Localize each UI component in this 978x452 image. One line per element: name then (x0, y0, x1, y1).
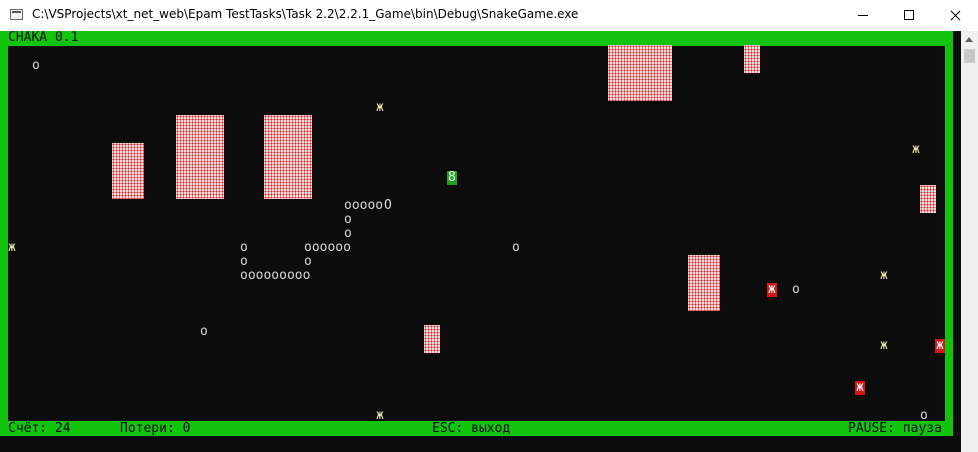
wall-block (112, 143, 144, 199)
bug-item: ж (8, 240, 16, 255)
scrollbar-thumb[interactable] (964, 49, 975, 63)
bug-item: ж (912, 142, 920, 157)
food-item: o (512, 240, 520, 255)
bug-item: ж (376, 100, 384, 115)
bug-item-highlighted: ж (767, 282, 777, 297)
vertical-scrollbar[interactable] (961, 31, 978, 452)
wall-block (744, 45, 760, 73)
bug-item: ж (880, 268, 888, 283)
wall-block (688, 255, 720, 311)
bug-item: ж (880, 338, 888, 353)
window-titlebar: C:\VSProjects\xt_net_web\Epam TestTasks\… (0, 0, 978, 31)
food-item: o (32, 58, 40, 73)
maximize-button[interactable] (886, 0, 932, 31)
bug-item-highlighted: ж (855, 380, 865, 395)
snake-body: oooooo (304, 240, 351, 255)
window-title: C:\VSProjects\xt_net_web\Epam TestTasks\… (32, 7, 579, 21)
wall-block (424, 325, 440, 353)
minimize-button[interactable] (840, 0, 886, 31)
bug-item: ж (376, 408, 384, 423)
snake-head: O (384, 198, 392, 213)
bonus-8: 8 (447, 170, 457, 185)
wall-block (920, 185, 936, 213)
console-area: СНАКА 0.1 Счёт: 24 Потери: 0 ESC: выход … (0, 31, 961, 452)
scroll-up-arrow-icon[interactable] (965, 37, 973, 42)
food-item: o (920, 408, 928, 423)
game-field: o o o o o ж ж ж ж ж ж ж ж ж 8 ooooo O o … (0, 31, 961, 452)
wall-block (264, 115, 312, 199)
food-item: o (792, 282, 800, 297)
food-item: o (200, 324, 208, 339)
bug-item-highlighted: ж (935, 338, 945, 353)
console-app-icon (10, 9, 23, 20)
wall-block (176, 115, 224, 199)
close-button[interactable] (932, 0, 978, 31)
wall-block (608, 45, 672, 101)
